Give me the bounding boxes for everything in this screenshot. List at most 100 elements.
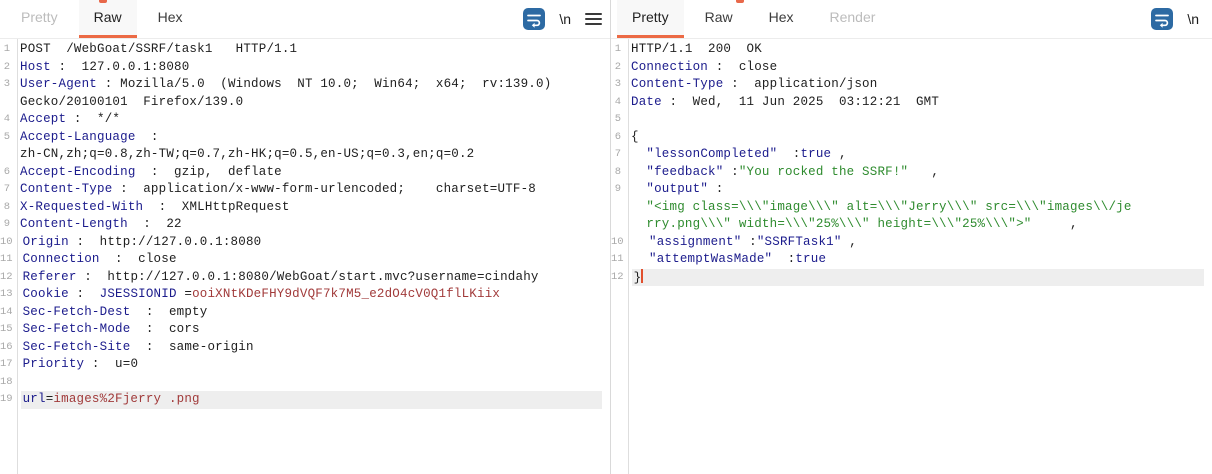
line-number: 11 <box>0 251 16 269</box>
code-line: 7 "lessonCompleted" :true , <box>611 146 1212 164</box>
line-number: 18 <box>0 374 16 392</box>
line-number: 1 <box>0 41 13 59</box>
line-number: 1 <box>611 41 624 59</box>
code-text: Date : Wed, 11 Jun 2025 03:12:21 GMT <box>629 94 1204 112</box>
response-toolbar: \n <box>1151 0 1212 38</box>
code-text: Referer : http://127.0.0.1:8080/WebGoat/… <box>21 269 602 287</box>
code-line: 12 Referer : http://127.0.0.1:8080/WebGoa… <box>0 269 610 287</box>
text-cursor <box>641 269 643 283</box>
code-line: 9 Content-Length : 22 <box>0 216 610 234</box>
code-line: 5 <box>611 111 1212 129</box>
newline-toggle-icon[interactable]: \n <box>1187 11 1199 27</box>
code-text <box>21 374 602 392</box>
response-panel: PrettyRawHexRender \n <box>611 0 1212 474</box>
line-number: 10 <box>611 234 627 252</box>
line-number <box>611 199 624 217</box>
code-text: Priority : u=0 <box>21 356 602 374</box>
code-text: Content-Length : 22 <box>18 216 602 234</box>
newline-toggle-icon[interactable]: \n <box>559 11 571 27</box>
code-line: 13 Cookie : JSESSIONID =ooiXNtKDeFHY9dVQF… <box>0 286 610 304</box>
line-number: 6 <box>0 164 13 182</box>
code-line: 16Sec-Fetch-Site : same-origin <box>0 339 610 357</box>
tab-hex[interactable]: Hex <box>754 0 809 38</box>
tab-render[interactable]: Render <box>815 0 891 38</box>
code-line: 6{ <box>611 129 1212 147</box>
tab-raw[interactable]: Raw <box>79 0 137 38</box>
response-tabs: PrettyRawHexRender <box>617 0 896 38</box>
line-number: 8 <box>611 164 624 182</box>
code-text: "attemptWasMade" :true <box>632 251 1204 269</box>
code-text: Gecko/20100101 Firefox/139.0 <box>18 94 602 112</box>
line-number: 13 <box>0 286 16 304</box>
word-wrap-icon[interactable] <box>523 8 545 30</box>
code-line: 17 Priority : u=0 <box>0 356 610 374</box>
line-number: 4 <box>0 111 13 129</box>
code-text: Accept : */* <box>18 111 602 129</box>
response-label-remnant <box>736 0 744 3</box>
code-text: HTTP/1.1 200 OK <box>629 41 1204 59</box>
code-text: "assignment" :"SSRFTask1" , <box>632 234 1204 252</box>
code-text: Accept-Encoding : gzip, deflate <box>18 164 602 182</box>
panel-divider[interactable] <box>610 0 611 474</box>
line-number: 9 <box>0 216 13 234</box>
code-line: 10 "assignment" :"SSRFTask1" , <box>611 234 1212 252</box>
word-wrap-icon[interactable] <box>1151 8 1173 30</box>
code-line: 15Sec-Fetch-Mode : cors <box>0 321 610 339</box>
code-text: Connection : close <box>21 251 602 269</box>
line-number: 2 <box>611 59 624 77</box>
request-tabbar: PrettyRawHex \n <box>0 0 610 39</box>
code-line: "<img class=\\\"image\\\" alt=\\\"Jerry\… <box>611 199 1212 217</box>
code-line: rry.png\\\" width=\\\"25%\\\" height=\\\… <box>611 216 1212 234</box>
request-label-remnant <box>99 0 107 3</box>
line-number: 12 <box>611 269 627 287</box>
line-number <box>611 216 624 234</box>
code-line: 8 "feedback" :"You rocked the SSRF!" , <box>611 164 1212 182</box>
line-number: 10 <box>0 234 16 252</box>
code-line: 2 Connection : close <box>611 59 1212 77</box>
code-text: Cookie : JSESSIONID =ooiXNtKDeFHY9dVQF7k… <box>21 286 602 304</box>
code-text: Accept-Language : <box>18 129 602 147</box>
code-line: 7Content-Type : application/x-www-form-u… <box>0 181 610 199</box>
line-number: 9 <box>611 181 624 199</box>
line-number: 17 <box>0 356 16 374</box>
code-line: 2Host : 127.0.0.1:8080 <box>0 59 610 77</box>
code-text: } <box>632 269 1204 287</box>
line-number: 6 <box>611 129 624 147</box>
code-line: zh-CN,zh;q=0.8,zh-TW;q=0.7,zh-HK;q=0.5,e… <box>0 146 610 164</box>
line-number: 7 <box>611 146 624 164</box>
response-editor[interactable]: 1 HTTP/1.1 200 OK 2 Connection : close3Cont… <box>611 39 1212 474</box>
line-number: 7 <box>0 181 13 199</box>
code-line: 4 Accept : */* <box>0 111 610 129</box>
line-number: 15 <box>0 321 16 339</box>
response-tabbar: PrettyRawHexRender \n <box>611 0 1212 39</box>
code-line: 4 Date : Wed, 11 Jun 2025 03:12:21 GMT <box>611 94 1212 112</box>
code-line: 3User-Agent : Mozilla/5.0 (Windows NT 10… <box>0 76 610 94</box>
menu-icon[interactable] <box>585 12 602 26</box>
line-number: 8 <box>0 199 13 217</box>
code-text: "feedback" :"You rocked the SSRF!" , <box>629 164 1204 182</box>
line-number: 12 <box>0 269 16 287</box>
tab-pretty[interactable]: Pretty <box>6 0 73 38</box>
code-line: 19url=images%2Fjerry .png <box>0 391 610 409</box>
tab-pretty[interactable]: Pretty <box>617 0 684 38</box>
line-number: 14 <box>0 304 16 322</box>
code-line: 11 Connection : close <box>0 251 610 269</box>
tab-raw[interactable]: Raw <box>690 0 748 38</box>
request-tabs: PrettyRawHex <box>6 0 204 38</box>
line-number: 2 <box>0 59 13 77</box>
code-text: Sec-Fetch-Site : same-origin <box>21 339 602 357</box>
line-number: 5 <box>0 129 13 147</box>
line-number: 3 <box>0 76 13 94</box>
line-number: 4 <box>611 94 624 112</box>
code-line: 10 Origin : http://127.0.0.1:8080 <box>0 234 610 252</box>
tab-hex[interactable]: Hex <box>143 0 198 38</box>
code-text: rry.png\\\" width=\\\"25%\\\" height=\\\… <box>629 216 1204 234</box>
code-line: 3Content-Type : application/json <box>611 76 1212 94</box>
code-text: Origin : http://127.0.0.1:8080 <box>21 234 602 252</box>
request-editor[interactable]: 1POST /WebGoat/SSRF/task1 HTTP/1.12Host … <box>0 39 610 474</box>
code-text: X-Requested-With : XMLHttpRequest <box>18 199 602 217</box>
code-text: Content-Type : application/json <box>629 76 1204 94</box>
line-number: 5 <box>611 111 624 129</box>
code-line: 9 "output" : <box>611 181 1212 199</box>
code-text: Connection : close <box>629 59 1204 77</box>
